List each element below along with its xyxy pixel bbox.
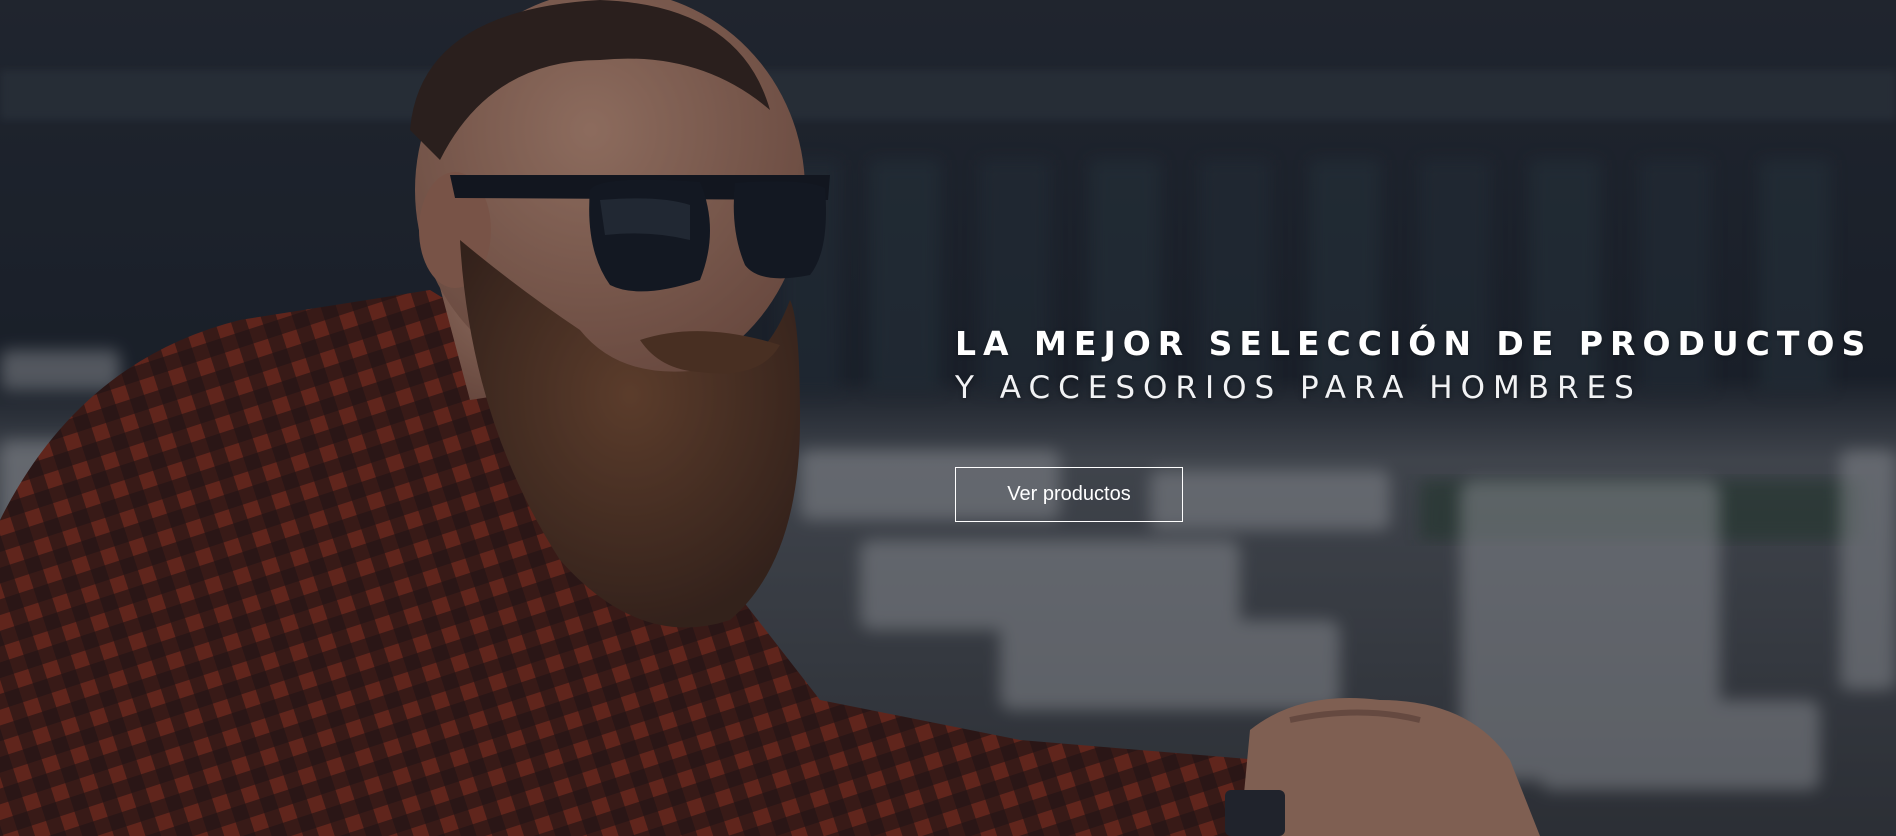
hero-headline: LA MEJOR SELECCIÓN DE PRODUCTOS: [955, 324, 1873, 363]
hero-photo: [0, 0, 1896, 836]
hero-content: LA MEJOR SELECCIÓN DE PRODUCTOS Y ACCESO…: [955, 322, 1873, 522]
hero-subheadline: Y ACCESORIOS PARA HOMBRES: [955, 370, 1642, 406]
hero-banner: LA MEJOR SELECCIÓN DE PRODUCTOS Y ACCESO…: [0, 0, 1896, 836]
view-products-button[interactable]: Ver productos: [955, 467, 1183, 522]
